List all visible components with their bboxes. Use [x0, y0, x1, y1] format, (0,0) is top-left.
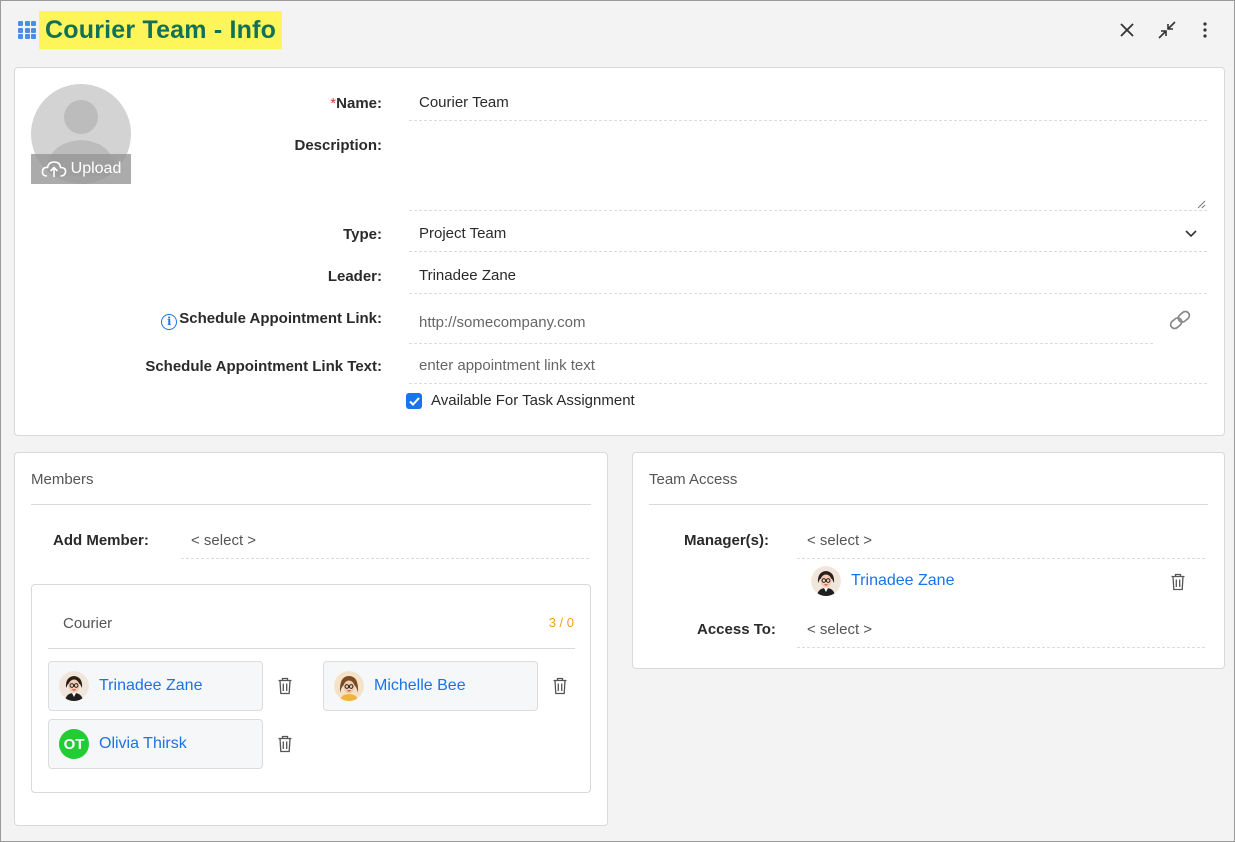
- team-info-panel: Upload *Name: Courier Team Description: …: [14, 67, 1225, 436]
- member-photo-icon: [59, 671, 89, 701]
- schedule-link-text-placeholder: enter appointment link text: [419, 357, 595, 374]
- member-photo-icon: [334, 671, 364, 701]
- add-member-value: < select >: [191, 532, 257, 549]
- member-photo-icon: [811, 566, 841, 596]
- access-to-label: Access To:: [697, 621, 776, 638]
- more-vertical-icon: [1203, 22, 1207, 38]
- managers-label: Manager(s):: [684, 532, 770, 549]
- avatar: [811, 566, 841, 596]
- member-card: OT Olivia Thirsk: [48, 719, 263, 769]
- type-select[interactable]: Project Team: [409, 216, 1207, 252]
- description-label: Description:: [294, 137, 382, 154]
- page-title-text: Courier Team - Info: [45, 15, 277, 44]
- member-name[interactable]: Trinadee Zane: [99, 677, 202, 695]
- avatar: [334, 671, 364, 701]
- trash-icon[interactable]: [1170, 573, 1186, 591]
- avatar-initials: OT: [63, 735, 85, 753]
- manager-name[interactable]: Trinadee Zane: [851, 572, 954, 590]
- name-label: *Name:: [330, 95, 382, 112]
- member-name[interactable]: Michelle Bee: [374, 677, 466, 695]
- link-icon[interactable]: [1167, 309, 1193, 331]
- team-info-window: Courier Team - Info Upload *Name: Courie…: [0, 0, 1235, 842]
- schedule-link-label-text: Schedule Appointment Link:: [179, 310, 382, 327]
- name-label-text: Name:: [336, 95, 382, 112]
- access-to-select[interactable]: < select >: [797, 612, 1205, 648]
- leader-label: Leader:: [327, 268, 382, 285]
- chevron-down-icon: [1185, 229, 1197, 237]
- grid-icon[interactable]: [18, 21, 36, 39]
- trash-icon[interactable]: [277, 735, 293, 753]
- member-name[interactable]: Olivia Thirsk: [99, 735, 187, 753]
- trash-icon[interactable]: [552, 677, 568, 695]
- members-panel: Members Add Member: < select > Courier 3…: [14, 452, 608, 826]
- name-field[interactable]: Courier Team: [409, 85, 1207, 121]
- resize-handle-icon[interactable]: [1196, 199, 1206, 209]
- add-member-select[interactable]: < select >: [181, 523, 589, 559]
- members-title: Members: [31, 471, 94, 488]
- add-member-label: Add Member:: [53, 532, 149, 549]
- info-icon[interactable]: i: [161, 314, 178, 330]
- leader-field[interactable]: Trinadee Zane: [409, 258, 1207, 294]
- access-to-select-value: < select >: [807, 621, 873, 638]
- manager-item: Trinadee Zane: [811, 566, 954, 596]
- available-label[interactable]: Available For Task Assignment: [431, 392, 635, 409]
- divider: [31, 504, 591, 505]
- schedule-link-text-label: Schedule Appointment Link Text:: [145, 358, 382, 375]
- schedule-link-input[interactable]: http://somecompany.com: [409, 302, 1153, 344]
- member-card: Trinadee Zane: [48, 661, 263, 711]
- type-label: Type:: [343, 226, 382, 243]
- collapse-button[interactable]: [1154, 17, 1180, 43]
- group-count: 3 / 0: [548, 615, 574, 630]
- cloud-upload-icon: [41, 161, 66, 177]
- close-button[interactable]: [1114, 17, 1140, 43]
- leader-value: Trinadee Zane: [419, 267, 517, 284]
- managers-select[interactable]: < select >: [797, 523, 1205, 559]
- close-icon: [1120, 23, 1134, 37]
- member-card: Michelle Bee: [323, 661, 538, 711]
- member-group: Courier 3 / 0 Trinadee Zane Michelle Bee…: [31, 584, 591, 793]
- trash-icon[interactable]: [277, 677, 293, 695]
- collapse-icon: [1158, 21, 1176, 39]
- schedule-link-label: i Schedule Appointment Link:: [161, 310, 382, 330]
- name-value: Courier Team: [419, 94, 509, 111]
- schedule-link-placeholder: http://somecompany.com: [419, 314, 586, 331]
- avatar: [59, 671, 89, 701]
- page-title: Courier Team - Info: [39, 11, 283, 49]
- more-options-button[interactable]: [1192, 17, 1218, 43]
- window-header: Courier Team - Info: [1, 1, 1234, 59]
- type-value: Project Team: [419, 225, 507, 242]
- upload-label: Upload: [70, 160, 122, 177]
- checkmark-icon: [408, 396, 420, 406]
- team-access-panel: Team Access Manager(s): < select > Trina…: [632, 452, 1225, 669]
- divider: [48, 648, 575, 649]
- schedule-link-text-input[interactable]: enter appointment link text: [409, 348, 1207, 384]
- avatar: OT: [59, 729, 89, 759]
- group-title: Courier: [63, 615, 113, 632]
- upload-button[interactable]: Upload: [31, 154, 131, 184]
- available-checkbox[interactable]: [406, 393, 422, 409]
- managers-select-value: < select >: [807, 532, 873, 549]
- description-textarea[interactable]: [409, 122, 1207, 211]
- team-access-title: Team Access: [649, 471, 738, 488]
- divider: [649, 504, 1208, 505]
